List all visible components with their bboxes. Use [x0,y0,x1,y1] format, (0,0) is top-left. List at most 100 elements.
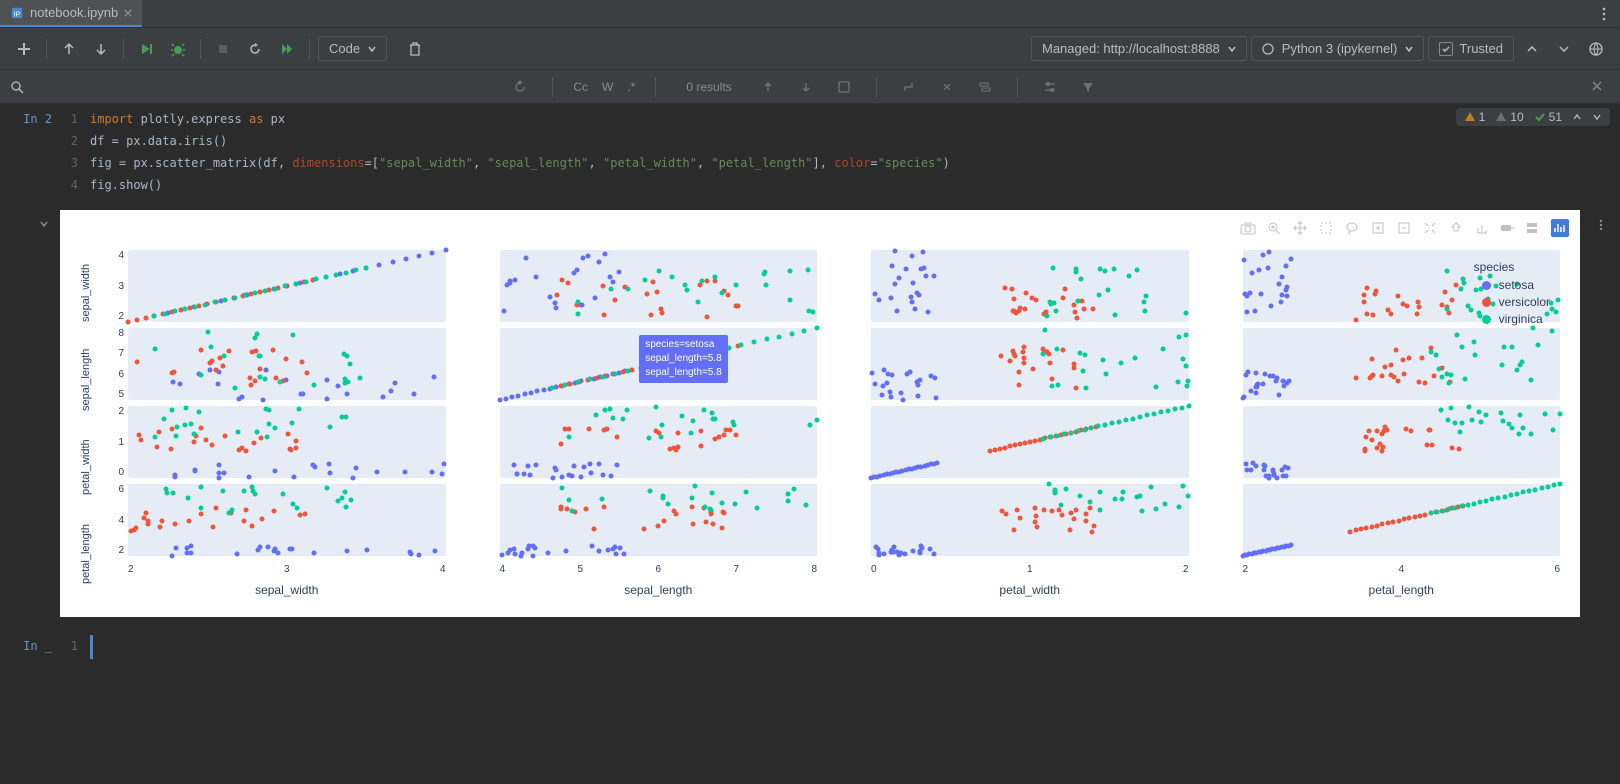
cell-prompt: In 2 [0,108,60,196]
select-all-occurrences-button[interactable] [973,75,997,99]
run-all-button[interactable] [273,35,301,63]
main-toolbar: Code Managed: http://localhost:8888 Pyth… [0,28,1620,70]
remove-selection-button[interactable] [935,75,959,99]
stop-button[interactable] [209,35,237,63]
y-axis-label: sepal_width [80,257,92,329]
restart-button[interactable] [241,35,269,63]
hover-compare-icon[interactable] [1524,218,1544,238]
move-down-button[interactable] [87,35,115,63]
pan-icon[interactable] [1290,218,1310,238]
zoom-in-icon[interactable] [1368,218,1388,238]
add-cell-button[interactable] [10,35,38,63]
svg-text:IP: IP [14,11,21,18]
plotly-output[interactable]: sepal_widthsepal_lengthpetal_widthpetal_… [60,210,1580,617]
search-history-button[interactable] [508,75,532,99]
scatter-subplot[interactable] [500,250,818,322]
y-axis-label: petal_length [80,518,92,590]
kernel-dropdown[interactable]: Python 3 (ipykernel) [1251,36,1425,61]
scatter-subplot[interactable] [500,484,818,556]
output-cell: sepal_widthsepal_lengthpetal_widthpetal_… [0,200,1620,627]
debug-button[interactable] [164,35,192,63]
scatter-subplot[interactable] [128,328,446,400]
zoom-icon[interactable] [1264,218,1284,238]
zoom-out-icon[interactable] [1394,218,1414,238]
tab-menu-icon[interactable] [1596,6,1612,22]
x-axis-label: sepal_length [476,583,818,597]
spike-lines-icon[interactable] [1472,218,1492,238]
next-match-button[interactable] [794,75,818,99]
warning-icon [1495,111,1507,123]
scatter-subplot[interactable] [871,484,1189,556]
y-axis-label: sepal_length [80,344,92,416]
words-button[interactable]: W [602,80,613,94]
match-case-button[interactable]: Cc [573,80,588,94]
autoscale-icon[interactable] [1420,218,1440,238]
lasso-icon[interactable] [1342,218,1362,238]
close-search-button[interactable] [1584,80,1610,94]
scatter-subplot[interactable]: species=setosasepal_length=5.8sepal_leng… [500,328,818,400]
cell-type-dropdown[interactable]: Code [318,36,387,61]
scatter-subplot[interactable] [871,406,1189,478]
chevron-down-icon [368,45,376,53]
code-cell[interactable]: In 2 1import plotly.express as px2df = p… [0,104,1620,200]
close-icon[interactable] [124,9,132,17]
cell-code-area[interactable]: 1import plotly.express as px2df = px.dat… [60,108,1620,196]
expand-down-button[interactable] [1550,35,1578,63]
scatter-subplot[interactable] [128,484,446,556]
plotly-modebar [1238,218,1570,238]
scatter-subplot[interactable] [128,250,446,322]
legend-item[interactable]: setosa [1474,278,1550,292]
scatter-subplot[interactable] [1243,406,1561,478]
scatter-subplot[interactable] [500,406,818,478]
error-icon [1464,111,1476,123]
plotly-logo-icon[interactable] [1550,218,1570,238]
scatter-subplot[interactable] [1243,328,1561,400]
scatter-subplot[interactable] [128,406,446,478]
delete-cell-button[interactable] [401,35,429,63]
select-all-button[interactable] [832,75,856,99]
hover-closest-icon[interactable] [1498,218,1518,238]
checkbox-icon [1439,42,1453,56]
cell-more-icon[interactable] [1594,218,1608,232]
code-cell[interactable]: In _ 1 [0,627,1620,667]
chart-legend[interactable]: species setosa versicolor virginica [1474,260,1550,329]
jupyter-file-icon: IP [10,6,24,20]
cell-prompt: In _ [0,635,60,659]
scatter-subplot[interactable] [1243,484,1561,556]
chevron-down-icon[interactable] [1592,112,1602,122]
file-tab[interactable]: IP notebook.ipynb [0,0,142,27]
chevron-up-icon[interactable] [1572,112,1582,122]
regex-button[interactable]: .* [627,80,635,94]
search-icon[interactable] [10,80,24,94]
search-results-count: 0 results [686,80,731,94]
add-selection-button[interactable] [897,75,921,99]
editor-area: In 2 1import plotly.express as px2df = p… [0,104,1620,784]
chevron-down-icon [1405,45,1413,53]
circle-icon [1262,43,1274,55]
globe-button[interactable] [1582,35,1610,63]
tab-filename: notebook.ipynb [30,5,118,20]
filter-button[interactable] [1076,75,1100,99]
legend-title: species [1474,260,1550,274]
legend-item[interactable]: versicolor [1474,295,1550,309]
scatter-subplot[interactable] [871,328,1189,400]
scatter-subplot[interactable] [871,250,1189,322]
expand-up-button[interactable] [1518,35,1546,63]
hover-tooltip: species=setosasepal_length=5.8sepal_leng… [639,335,727,383]
legend-item[interactable]: virginica [1474,312,1550,326]
settings-button[interactable] [1038,75,1062,99]
camera-icon[interactable] [1238,218,1258,238]
prev-match-button[interactable] [756,75,780,99]
box-select-icon[interactable] [1316,218,1336,238]
reset-axes-icon[interactable] [1446,218,1466,238]
move-up-button[interactable] [55,35,83,63]
empty-code-input[interactable] [90,635,1580,659]
x-axis-label: sepal_width [104,583,446,597]
inspections-widget[interactable]: 1 10 51 [1456,108,1610,126]
trusted-toggle[interactable]: Trusted [1428,36,1514,61]
ok-icon [1534,111,1546,123]
x-axis-label: petal_length [1219,583,1561,597]
server-dropdown[interactable]: Managed: http://localhost:8888 [1031,36,1247,61]
run-cell-button[interactable] [132,35,160,63]
collapse-output-icon[interactable] [38,218,50,230]
